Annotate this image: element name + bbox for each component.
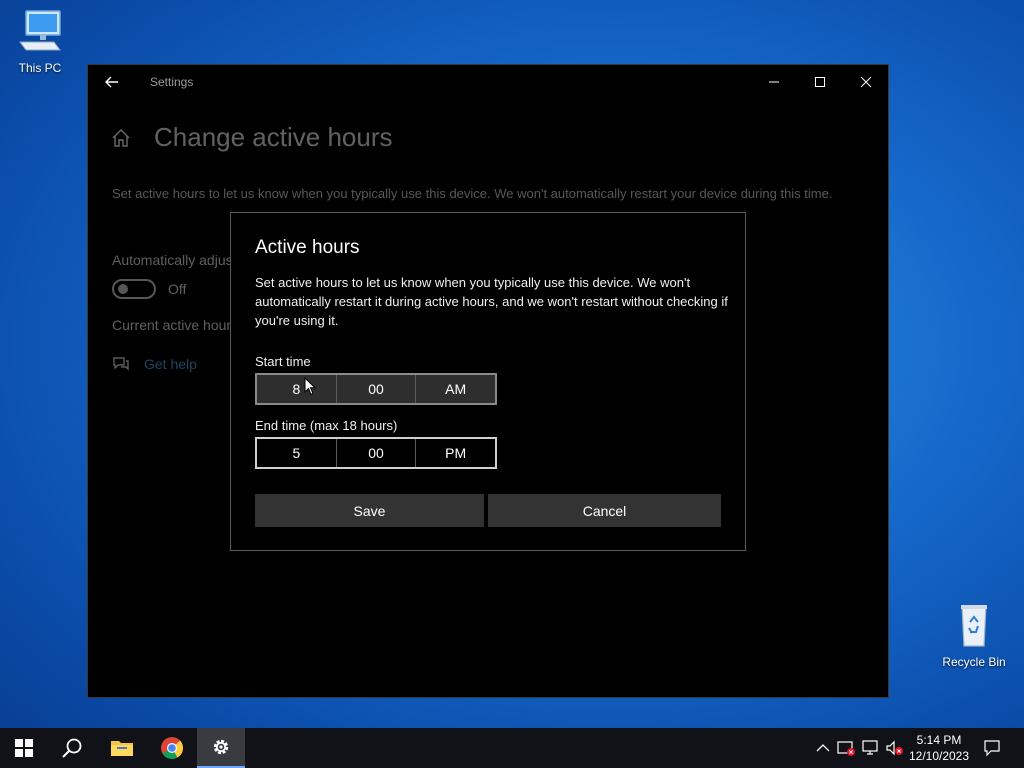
start-minute-segment[interactable]: 00: [335, 375, 416, 403]
start-time-label: Start time: [255, 354, 311, 369]
this-pc-desktop-icon[interactable]: This PC: [8, 8, 72, 75]
gear-icon: [213, 739, 229, 755]
toggle-state-label: Off: [168, 281, 187, 297]
security-tray-button[interactable]: [836, 738, 856, 758]
search-button[interactable]: [48, 728, 96, 768]
computer-icon: [19, 10, 61, 51]
taskbar-clock[interactable]: 5:14 PM 12/10/2023: [906, 732, 972, 764]
recycle-bin-desktop-icon[interactable]: Recycle Bin: [942, 602, 1006, 669]
this-pc-label: This PC: [18, 61, 62, 75]
volume-tray-button[interactable]: [885, 738, 905, 758]
maximize-icon: [815, 77, 825, 87]
end-hour-segment[interactable]: 5: [257, 439, 336, 467]
end-time-picker[interactable]: 5 00 PM: [255, 437, 497, 469]
show-hidden-icons-button[interactable]: [813, 738, 833, 758]
search-icon: [62, 738, 82, 758]
auto-adjust-label: Automatically adjus: [112, 252, 233, 268]
folder-icon: [111, 741, 133, 756]
windows-logo-icon: [15, 739, 33, 757]
network-tray-button[interactable]: [861, 738, 881, 758]
end-time-label: End time (max 18 hours): [255, 418, 398, 433]
dialog-title: Active hours: [255, 237, 360, 258]
settings-taskbar-button[interactable]: [197, 728, 245, 768]
dialog-description: Set active hours to let us know when you…: [255, 275, 728, 328]
back-button[interactable]: [100, 71, 124, 93]
chrome-icon: [161, 737, 183, 759]
close-button[interactable]: [843, 65, 889, 99]
home-icon: [112, 129, 130, 147]
save-button[interactable]: Save: [255, 494, 484, 527]
close-icon: [860, 76, 872, 88]
start-hour-segment[interactable]: 8: [257, 375, 336, 403]
start-period-segment[interactable]: AM: [415, 375, 496, 403]
action-center-button[interactable]: [982, 738, 1002, 758]
page-description: Set active hours to let us know when you…: [112, 186, 833, 201]
chrome-button[interactable]: [148, 728, 196, 768]
end-minute-segment[interactable]: 00: [335, 439, 416, 467]
maximize-button[interactable]: [797, 65, 843, 99]
arrow-left-icon: [105, 76, 118, 88]
network-icon: [862, 740, 878, 755]
recycle-bin-icon: [961, 605, 987, 647]
volume-muted-icon: [886, 740, 903, 756]
recycle-bin-label: Recycle Bin: [942, 655, 1006, 669]
clock-date: 12/10/2023: [908, 749, 970, 763]
title-bar: Settings: [88, 65, 888, 99]
minimize-button[interactable]: [751, 65, 797, 99]
get-help-link[interactable]: Get help: [144, 356, 197, 372]
current-active-hours-label: Current active hour: [112, 317, 232, 333]
file-explorer-button[interactable]: [98, 728, 146, 768]
toggle-knob: [118, 284, 128, 294]
taskbar: 5:14 PM 12/10/2023: [0, 728, 1024, 768]
end-period-segment[interactable]: PM: [415, 439, 495, 467]
help-chat-icon: [112, 355, 130, 373]
security-warning-icon: [837, 741, 855, 756]
home-button[interactable]: [110, 127, 132, 149]
notification-icon: [984, 740, 1000, 757]
chevron-up-icon: [816, 744, 830, 752]
start-button[interactable]: [0, 728, 48, 768]
minimize-icon: [769, 81, 779, 83]
mouse-cursor-icon: [304, 377, 316, 396]
auto-adjust-toggle[interactable]: [112, 279, 156, 299]
start-time-picker[interactable]: 8 00 AM: [255, 373, 497, 405]
clock-time: 5:14 PM: [916, 733, 962, 747]
page-title: Change active hours: [154, 122, 393, 152]
window-title: Settings: [150, 75, 194, 89]
cancel-button[interactable]: Cancel: [488, 494, 721, 527]
